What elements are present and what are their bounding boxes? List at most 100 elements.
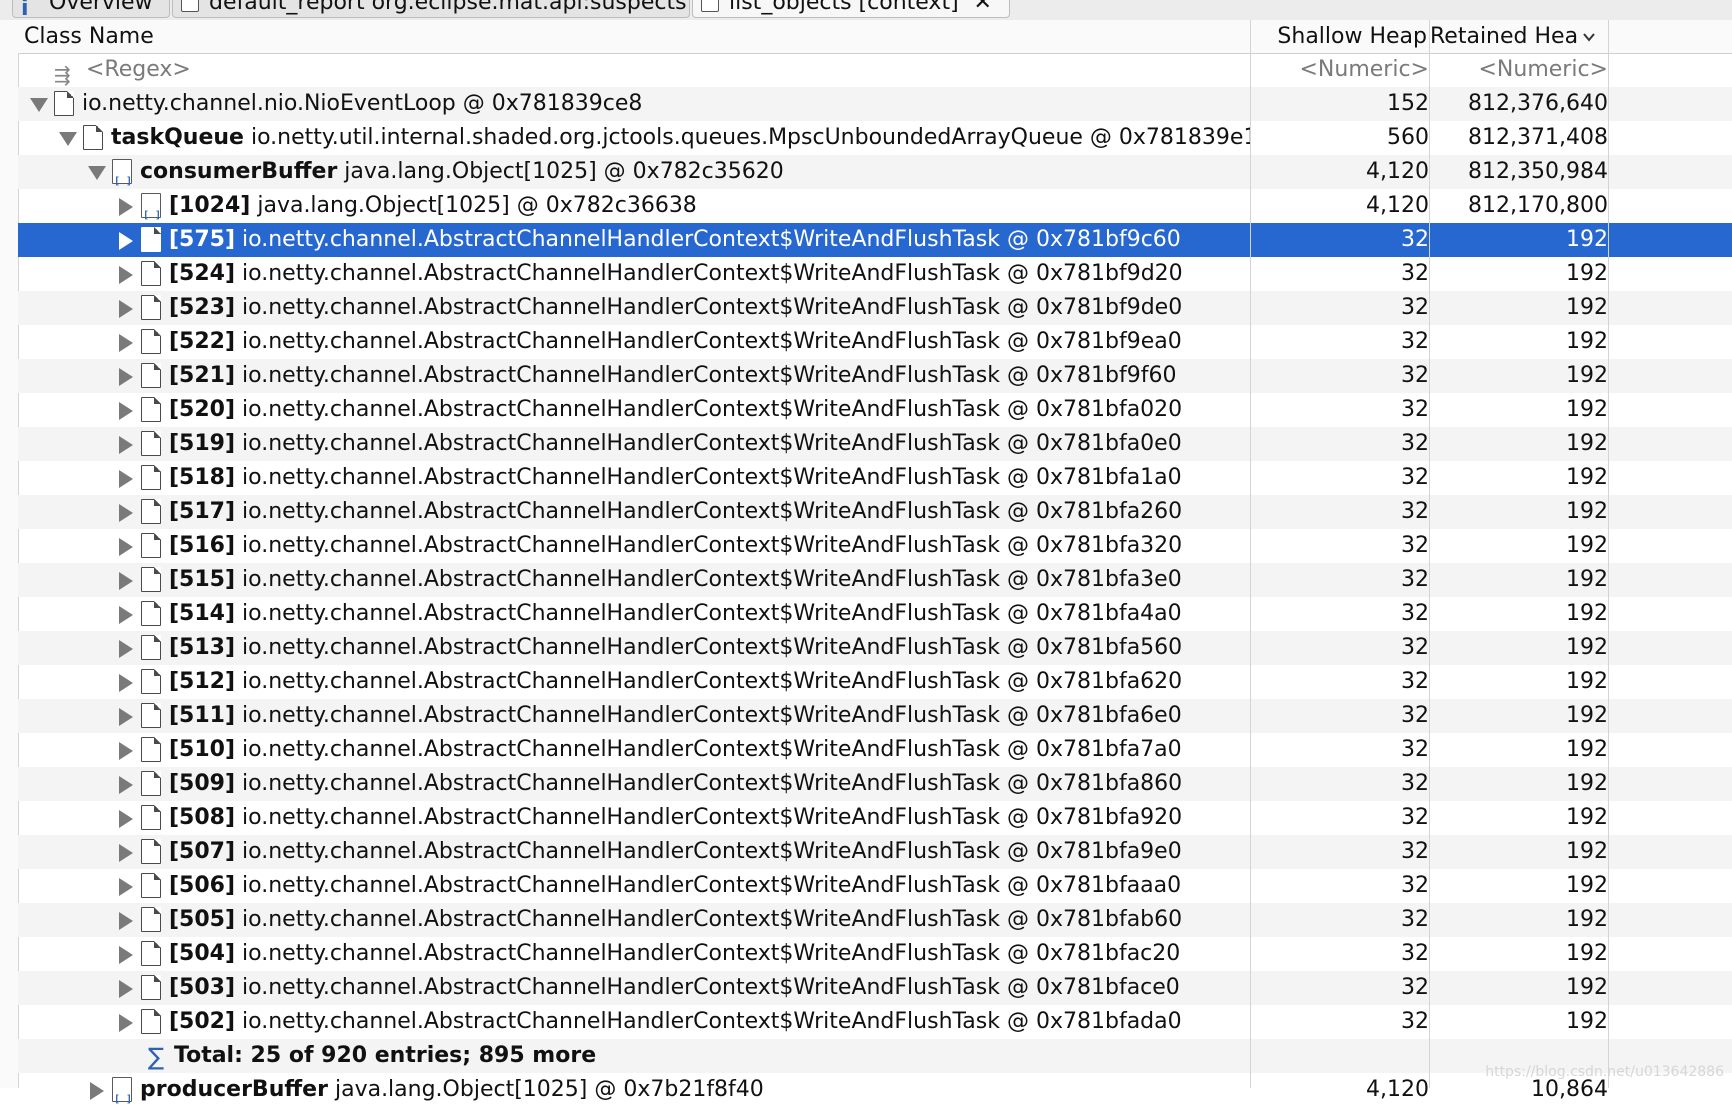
field-name: [504] xyxy=(169,941,236,966)
object-name: io.netty.channel.AbstractChannelHandlerC… xyxy=(242,635,1183,660)
expand-toggle-icon[interactable] xyxy=(119,606,133,624)
retained-filter-input[interactable]: <Numeric> xyxy=(1430,53,1609,87)
table-row[interactable]: [505] io.netty.channel.AbstractChannelHa… xyxy=(18,903,1732,937)
object-name: java.lang.Object[1025] @ 0x782c35620 xyxy=(344,159,784,184)
shallow-filter-input[interactable]: <Numeric> xyxy=(1251,53,1430,87)
table-row[interactable]: [508] io.netty.channel.AbstractChannelHa… xyxy=(18,801,1732,835)
expand-toggle-icon[interactable] xyxy=(119,334,133,352)
expand-toggle-icon[interactable] xyxy=(119,640,133,658)
field-name: [1024] xyxy=(169,193,251,218)
class-name-cell: [508] io.netty.channel.AbstractChannelHa… xyxy=(18,801,1250,835)
expand-toggle-icon[interactable] xyxy=(119,572,133,590)
object-name: io.netty.channel.AbstractChannelHandlerC… xyxy=(242,703,1182,728)
class-name-cell: [523] io.netty.channel.AbstractChannelHa… xyxy=(18,291,1250,325)
table-row[interactable]: [513] io.netty.channel.AbstractChannelHa… xyxy=(18,631,1732,665)
regex-filter-cell[interactable]: ⇶ <Regex> xyxy=(18,53,1250,87)
expand-toggle-icon[interactable] xyxy=(119,878,133,896)
table-row[interactable]: [519] io.netty.channel.AbstractChannelHa… xyxy=(18,427,1732,461)
table-row[interactable]: [509] io.netty.channel.AbstractChannelHa… xyxy=(18,767,1732,801)
expand-toggle-icon[interactable] xyxy=(119,470,133,488)
class-name-cell: [513] io.netty.channel.AbstractChannelHa… xyxy=(18,631,1250,665)
table-row[interactable]: [502] io.netty.channel.AbstractChannelHa… xyxy=(18,1005,1732,1039)
class-name-cell: [510] io.netty.channel.AbstractChannelHa… xyxy=(18,733,1250,767)
table-row[interactable]: [522] io.netty.channel.AbstractChannelHa… xyxy=(18,325,1732,359)
object-icon xyxy=(141,227,161,252)
tab-overview[interactable]: i Overview xyxy=(12,0,170,18)
tab-list-objects[interactable]: list_objects [context] ✕ xyxy=(692,0,1010,18)
expand-toggle-icon[interactable] xyxy=(119,504,133,522)
table-row[interactable]: consumerBuffer java.lang.Object[1025] @ … xyxy=(18,155,1732,189)
expand-toggle-icon[interactable] xyxy=(90,1082,104,1100)
column-header-retained-heap[interactable]: Retained Heap xyxy=(1430,20,1608,53)
expand-toggle-icon[interactable] xyxy=(119,402,133,420)
shallow-heap-cell: 32 xyxy=(1401,669,1429,694)
table-row[interactable]: [512] io.netty.channel.AbstractChannelHa… xyxy=(18,665,1732,699)
collapse-toggle-icon[interactable] xyxy=(88,166,106,180)
field-name: [503] xyxy=(169,975,236,1000)
table-row[interactable]: io.netty.channel.nio.NioEventLoop @ 0x78… xyxy=(18,87,1732,121)
class-name-cell: io.netty.channel.nio.NioEventLoop @ 0x78… xyxy=(18,87,1250,121)
retained-heap-cell: 192 xyxy=(1566,669,1608,694)
expand-toggle-icon[interactable] xyxy=(119,980,133,998)
expand-toggle-icon[interactable] xyxy=(119,708,133,726)
table-row[interactable]: [1024] java.lang.Object[1025] @ 0x782c36… xyxy=(18,189,1732,223)
table-row[interactable]: [575] io.netty.channel.AbstractChannelHa… xyxy=(18,223,1732,257)
regex-input[interactable]: <Regex> xyxy=(86,53,191,87)
field-name: [523] xyxy=(169,295,236,320)
table-row[interactable]: [504] io.netty.channel.AbstractChannelHa… xyxy=(18,937,1732,971)
table-row[interactable]: [518] io.netty.channel.AbstractChannelHa… xyxy=(18,461,1732,495)
column-header-class-name[interactable]: Class Name xyxy=(24,20,154,53)
expand-toggle-icon[interactable] xyxy=(119,946,133,964)
table-row[interactable]: [523] io.netty.channel.AbstractChannelHa… xyxy=(18,291,1732,325)
table-row[interactable]: producerBuffer java.lang.Object[1025] @ … xyxy=(18,1073,1732,1107)
expand-toggle-icon[interactable] xyxy=(119,1014,133,1032)
collapse-toggle-icon[interactable] xyxy=(30,98,48,112)
expand-toggle-icon[interactable] xyxy=(119,810,133,828)
retained-heap-cell: 192 xyxy=(1566,737,1608,762)
expand-toggle-icon[interactable] xyxy=(119,912,133,930)
info-icon: i xyxy=(21,0,29,18)
expand-toggle-icon[interactable] xyxy=(119,844,133,862)
expand-toggle-icon[interactable] xyxy=(119,232,133,250)
table-row[interactable]: [503] io.netty.channel.AbstractChannelHa… xyxy=(18,971,1732,1005)
table-row[interactable]: [507] io.netty.channel.AbstractChannelHa… xyxy=(18,835,1732,869)
column-header-shallow-heap[interactable]: Shallow Heap xyxy=(1251,20,1427,53)
expand-toggle-icon[interactable] xyxy=(119,436,133,454)
table-row[interactable]: [516] io.netty.channel.AbstractChannelHa… xyxy=(18,529,1732,563)
object-name: io.netty.channel.AbstractChannelHandlerC… xyxy=(242,1009,1182,1034)
close-icon[interactable]: ✕ xyxy=(973,0,993,17)
table-row[interactable]: [520] io.netty.channel.AbstractChannelHa… xyxy=(18,393,1732,427)
shallow-heap-cell: 32 xyxy=(1401,499,1429,524)
object-name: io.netty.channel.AbstractChannelHandlerC… xyxy=(242,805,1183,830)
expand-toggle-icon[interactable] xyxy=(119,266,133,284)
expand-toggle-icon[interactable] xyxy=(119,674,133,692)
expand-toggle-icon[interactable] xyxy=(119,368,133,386)
table-row[interactable]: [510] io.netty.channel.AbstractChannelHa… xyxy=(18,733,1732,767)
shallow-heap-cell: 32 xyxy=(1401,941,1429,966)
shallow-heap-cell: 32 xyxy=(1401,771,1429,796)
retained-heap-cell: 192 xyxy=(1566,703,1608,728)
table-row[interactable]: [517] io.netty.channel.AbstractChannelHa… xyxy=(18,495,1732,529)
object-label: [518] io.netty.channel.AbstractChannelHa… xyxy=(169,461,1182,495)
table-row[interactable]: [524] io.netty.channel.AbstractChannelHa… xyxy=(18,257,1732,291)
watermark: https://blog.csdn.net/u013642886 xyxy=(1485,1064,1724,1080)
expand-toggle-icon[interactable] xyxy=(119,300,133,318)
collapse-toggle-icon[interactable] xyxy=(59,132,77,146)
expand-toggle-icon[interactable] xyxy=(119,538,133,556)
object-name: io.netty.channel.AbstractChannelHandlerC… xyxy=(242,431,1182,456)
retained-heap-cell: 192 xyxy=(1566,329,1608,354)
retained-heap-cell: 812,376,640 xyxy=(1468,91,1608,116)
expand-toggle-icon[interactable] xyxy=(119,742,133,760)
table-row[interactable]: [511] io.netty.channel.AbstractChannelHa… xyxy=(18,699,1732,733)
table-row[interactable]: [521] io.netty.channel.AbstractChannelHa… xyxy=(18,359,1732,393)
tab-default-report[interactable]: default_report org.eclipse.mat.api:suspe… xyxy=(172,0,690,18)
table-row[interactable]: [515] io.netty.channel.AbstractChannelHa… xyxy=(18,563,1732,597)
expand-toggle-icon[interactable] xyxy=(119,776,133,794)
table-row[interactable]: [506] io.netty.channel.AbstractChannelHa… xyxy=(18,869,1732,903)
expand-toggle-icon[interactable] xyxy=(119,198,133,216)
class-name-cell: [516] io.netty.channel.AbstractChannelHa… xyxy=(18,529,1250,563)
table-row[interactable]: [514] io.netty.channel.AbstractChannelHa… xyxy=(18,597,1732,631)
field-name: [575] xyxy=(169,227,236,252)
table-row[interactable]: taskQueue io.netty.util.internal.shaded.… xyxy=(18,121,1732,155)
retained-heap-cell: 192 xyxy=(1566,975,1608,1000)
